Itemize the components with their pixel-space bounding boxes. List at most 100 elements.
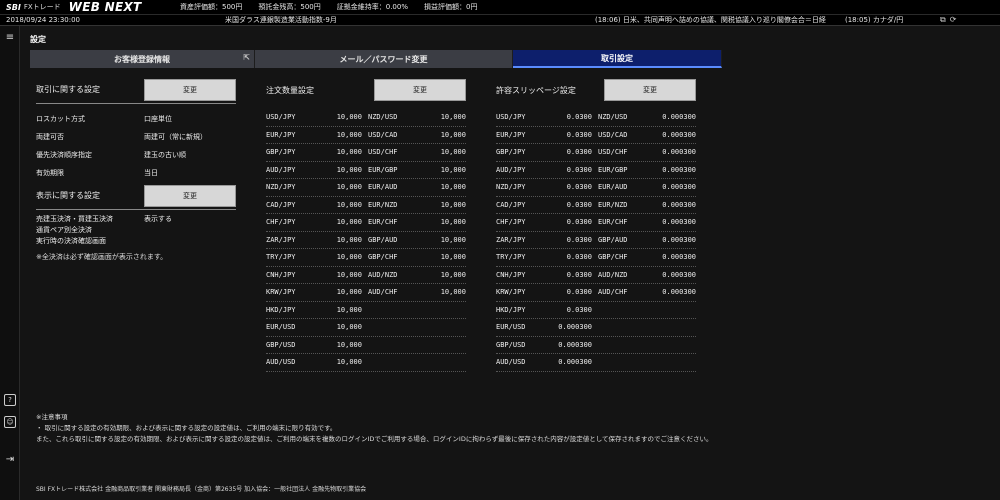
- value-cell: 0.0300: [566, 130, 592, 139]
- table-row: GBP/USD 0.000300: [496, 337, 696, 354]
- currency-pair-cell: USD/CAD: [368, 130, 398, 139]
- menu-icon[interactable]: ≡: [4, 32, 16, 44]
- table-row: GBP/JPY 10,000 USD/CHF 10,000: [266, 144, 466, 162]
- value-cell: 0.000300: [662, 288, 696, 297]
- table-row: KRW/JPY 0.0300 AUD/CHF 0.000300: [496, 284, 696, 302]
- value-cell: 10,000: [440, 148, 466, 157]
- value-cell: 10,000: [336, 165, 362, 174]
- currency-pair-cell: USD/JPY: [266, 113, 296, 122]
- table-row: HKD/JPY 10,000: [266, 302, 466, 319]
- setting-value: 両建可（常に新規）: [144, 133, 207, 141]
- value-cell: 0.000300: [662, 113, 696, 122]
- fxtrade-logo-text: FXトレード: [23, 3, 61, 11]
- value-cell: 10,000: [336, 235, 362, 244]
- value-cell: 0.000300: [662, 183, 696, 192]
- display-note: ※全決済は必ず確認画面が表示されます。: [36, 253, 168, 261]
- table-row: EUR/JPY 10,000 USD/CAD 10,000: [266, 127, 466, 144]
- tab-label: お客様登録情報: [114, 54, 170, 64]
- refresh-icon[interactable]: ⟳: [950, 15, 957, 25]
- webnext-logo-text: WEB NEXT: [68, 0, 142, 14]
- brand-logo: SBI FXトレード WEB NEXT: [0, 0, 180, 14]
- currency-pair-cell: ZAR/JPY: [266, 235, 296, 244]
- tab-trade-settings[interactable]: 取引設定: [513, 50, 722, 68]
- currency-pair-cell: GBP/AUD: [368, 235, 398, 244]
- tab-customer-info[interactable]: お客様登録情報 ⇱: [30, 50, 255, 68]
- currency-pair-cell: CAD/JPY: [266, 200, 296, 209]
- order-quantity-label: 注文数量設定: [266, 85, 314, 95]
- currency-pair-cell: KRW/JPY: [266, 288, 296, 297]
- setting-key-line: 実行時の決済確認画面: [36, 237, 106, 245]
- table-row: KRW/JPY 10,000 AUD/CHF 10,000: [266, 284, 466, 302]
- currency-pair-cell: EUR/USD: [266, 323, 296, 332]
- pnl-valuation: 損益評価額：0円: [424, 3, 478, 11]
- currency-pair-cell: EUR/CHF: [368, 218, 398, 227]
- order-quantity-table: 注文数量設定 変更 USD/JPY 10,000 NZD/USD 10,000 EUR/…: [266, 76, 466, 372]
- order-quantity-change-button[interactable]: 変更: [374, 79, 466, 101]
- notes-section: ※注意事項 ・ 取引に関する設定の有効期限、および表示に関する設定の設定値は、ご…: [36, 412, 713, 445]
- setting-key: 優先決済順序指定: [36, 151, 92, 159]
- popout-icon[interactable]: ⧉: [940, 15, 946, 25]
- currency-pair-cell: EUR/NZD: [368, 200, 398, 209]
- table-row: CNH/JPY 10,000 AUD/NZD 10,000: [266, 267, 466, 284]
- value-cell: 0.0300: [566, 305, 592, 314]
- table-row: NZD/JPY 10,000 EUR/AUD 10,000: [266, 179, 466, 197]
- external-link-icon: ⇱: [243, 53, 250, 62]
- currency-pair-cell: EUR/AUD: [598, 183, 628, 192]
- currency-pair-cell: NZD/USD: [598, 113, 628, 122]
- ticker-news-item[interactable]: (18:06) 日米、共同声明へ詰めの協議、関税協議入り巡り閣僚会合＝日経: [595, 15, 845, 25]
- setting-value: 口座単位: [144, 115, 172, 123]
- value-cell: 0.000300: [662, 218, 696, 227]
- support-robot-icon[interactable]: ☺: [4, 416, 16, 428]
- currency-pair-cell: EUR/JPY: [266, 130, 296, 139]
- currency-pair-cell: HKD/JPY: [496, 305, 526, 314]
- notes-title: ※注意事項: [36, 413, 68, 421]
- currency-pair-cell: AUD/CHF: [598, 288, 628, 297]
- currency-pair-cell: CHF/JPY: [496, 218, 526, 227]
- trade-settings-column: 取引に関する設定 変更 ロスカット方式 口座単位 両建可否 両建可（常に新規） …: [36, 76, 236, 262]
- setting-key: 売建玉決済・買建玉決済 通貨ペア別全決済 実行時の決済確認画面: [36, 214, 144, 247]
- slippage-table: 許容スリッページ設定 変更 USD/JPY 0.0300 NZD/USD 0.0003…: [496, 76, 696, 372]
- currency-pair-cell: NZD/JPY: [496, 183, 526, 192]
- setting-row: 両建可否 両建可（常に新規）: [36, 128, 236, 146]
- trade-settings-change-button[interactable]: 変更: [144, 78, 236, 101]
- account-stats: 資産評価額：500円 預託金残高：500円 証拠金維持率：0.00% 損益評価額…: [180, 2, 493, 12]
- table-row: AUD/USD 0.000300: [496, 354, 696, 372]
- table-row: TRY/JPY 10,000 GBP/CHF 10,000: [266, 249, 466, 267]
- table-row: CNH/JPY 0.0300 AUD/NZD 0.000300: [496, 267, 696, 284]
- value-cell: 0.000300: [662, 235, 696, 244]
- setting-row: 売建玉決済・買建玉決済 通貨ペア別全決済 実行時の決済確認画面 表示する: [36, 210, 236, 246]
- margin-maintenance-ratio: 証拠金維持率：0.00%: [336, 3, 408, 11]
- tab-mail-password[interactable]: メール／パスワード変更: [255, 50, 513, 68]
- setting-value: 建玉の古い順: [144, 151, 186, 159]
- table-row: EUR/JPY 0.0300 USD/CAD 0.000300: [496, 127, 696, 144]
- currency-pair-cell: CAD/JPY: [496, 200, 526, 209]
- value-cell: 0.000300: [662, 200, 696, 209]
- value-cell: 0.000300: [558, 358, 592, 367]
- help-icon[interactable]: ?: [4, 394, 16, 406]
- setting-key-line: 売建玉決済・買建玉決済: [36, 215, 113, 223]
- value-cell: 0.000300: [662, 270, 696, 279]
- currency-pair-cell: AUD/USD: [496, 358, 526, 367]
- value-cell: 10,000: [440, 183, 466, 192]
- ticker-news-item[interactable]: (18:05) カナダ/円: [845, 15, 940, 25]
- setting-key: ロスカット方式: [36, 115, 85, 123]
- value-cell: 0.000300: [662, 253, 696, 262]
- page-title: 設定: [30, 35, 46, 44]
- slippage-change-button[interactable]: 変更: [604, 79, 696, 101]
- table-row: ZAR/JPY 0.0300 GBP/AUD 0.000300: [496, 232, 696, 249]
- value-cell: 10,000: [440, 113, 466, 122]
- setting-key-line: 通貨ペア別全決済: [36, 226, 92, 234]
- currency-pair-cell: EUR/JPY: [496, 130, 526, 139]
- value-cell: 10,000: [336, 218, 362, 227]
- currency-pair-cell: EUR/NZD: [598, 200, 628, 209]
- currency-pair-cell: EUR/USD: [496, 323, 526, 332]
- logout-icon[interactable]: ⇥: [4, 454, 16, 466]
- value-cell: 10,000: [336, 270, 362, 279]
- currency-pair-cell: HKD/JPY: [266, 305, 296, 314]
- currency-pair-cell: AUD/JPY: [496, 165, 526, 174]
- setting-row: 有効期限 当日: [36, 164, 236, 182]
- display-settings-change-button[interactable]: 変更: [144, 184, 236, 207]
- currency-pair-cell: CHF/JPY: [266, 218, 296, 227]
- display-settings-label: 表示に関する設定: [36, 191, 100, 200]
- ticker-economic-indicator[interactable]: 米国ダラス連銀製造業活動指数-9月: [225, 15, 595, 25]
